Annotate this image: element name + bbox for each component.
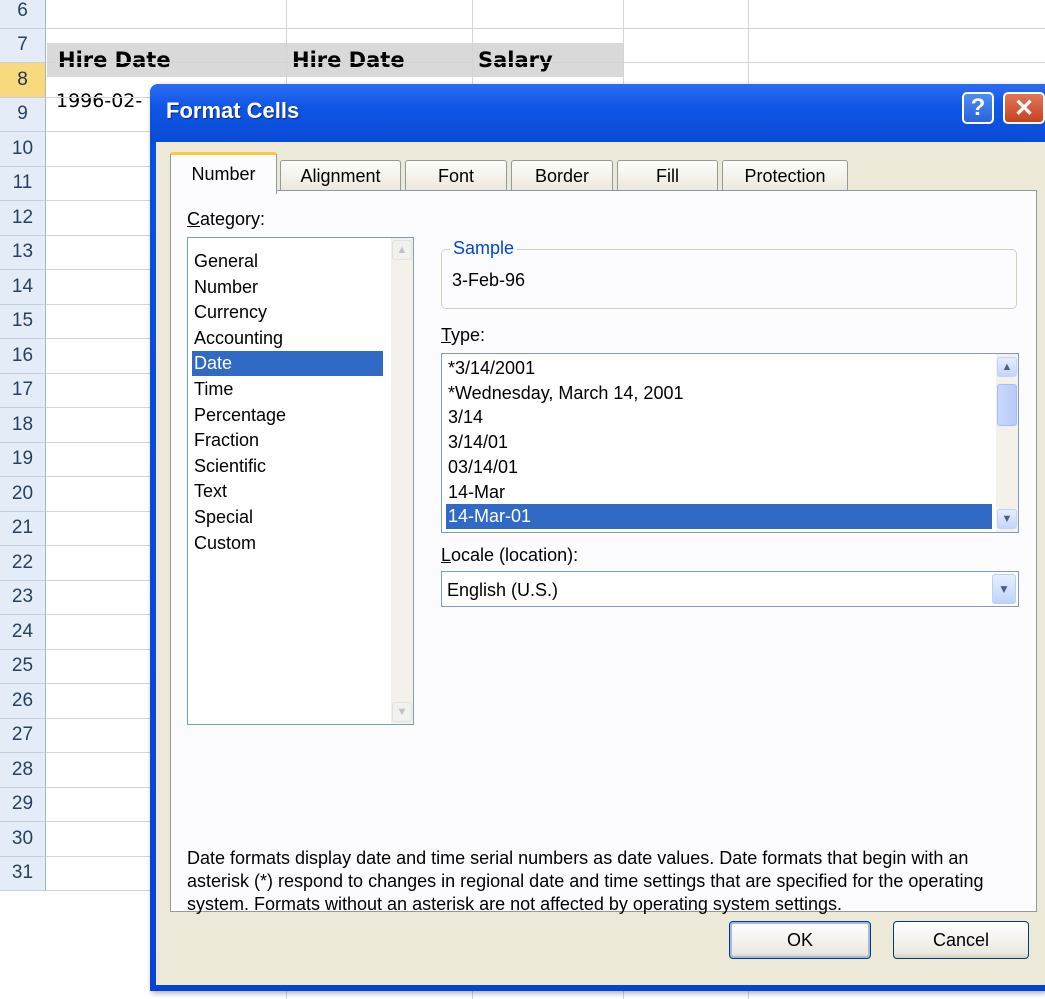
category-item[interactable]: Custom [192,531,383,556]
row-header[interactable]: 15 [0,304,46,339]
row-header[interactable]: 28 [0,753,46,788]
chevron-down-icon[interactable]: ▼ [392,702,412,722]
row-header[interactable]: 14 [0,270,46,305]
category-label: Category: [187,209,266,229]
category-item[interactable]: Text [192,479,383,504]
format-cells-dialog: Format Cells ? ✕ Number Alignment Font B… [150,84,1045,991]
tab-border[interactable]: Border [511,160,613,192]
chevron-up-icon[interactable]: ▲ [997,357,1017,377]
row-header[interactable]: 24 [0,615,46,650]
row-header[interactable]: 25 [0,649,46,684]
cell-a8[interactable]: 1996-02- [56,90,142,112]
type-item[interactable]: *Wednesday, March 14, 2001 [446,381,992,406]
type-item[interactable]: 14-Mar-01 [446,504,992,530]
dialog-title: Format Cells [166,98,300,123]
type-item[interactable]: 3/14/01 [446,430,992,455]
ok-button[interactable]: OK [729,921,871,959]
row-header[interactable]: 31 [0,856,46,891]
row-header[interactable]: 6 [0,0,46,29]
cancel-button[interactable]: Cancel [893,921,1029,959]
tab-label: Alignment [300,166,381,186]
category-item[interactable]: Accounting [192,326,383,351]
row-header[interactable]: 23 [0,580,46,615]
row-header[interactable]: 19 [0,442,46,477]
type-item[interactable]: 14-Mar [446,480,992,505]
category-list[interactable]: General Number Currency Accounting Date Time P… [187,237,414,725]
category-item[interactable]: Scientific [192,454,383,479]
header-cell-hire-date[interactable]: Hire Date [58,48,171,72]
row-header[interactable]: 22 [0,546,46,581]
category-item[interactable]: Time [192,377,383,402]
category-item[interactable]: Fraction [192,428,383,453]
row-header[interactable]: 18 [0,408,46,443]
row-header[interactable]: 8 [0,63,46,98]
help-button[interactable]: ? [962,92,994,124]
scroll-thumb[interactable] [997,384,1017,426]
number-tab-panel: Category: General Number Currency Accountin… [170,190,1037,914]
tab-label: Protection [744,166,826,186]
ok-label: OK [786,929,813,950]
type-item[interactable]: 3/14 [446,405,992,430]
tab-label: Font [437,166,475,186]
sample-group: Sample 3-Feb-96 [441,238,1017,309]
row-header[interactable]: 7 [0,28,46,63]
row-header[interactable]: 12 [0,201,46,236]
type-scrollbar[interactable]: ▲ ▼ [996,354,1018,532]
tab-label: Border [534,166,590,186]
locale-label: Locale (location): [441,545,579,565]
locale-value: English (U.S.) [447,580,559,600]
header-cell-salary[interactable]: Salary [478,48,553,72]
chevron-down-icon[interactable]: ▼ [992,574,1016,604]
close-button[interactable]: ✕ [1003,92,1045,124]
type-item[interactable]: *3/14/2001 [446,356,992,381]
sample-value: 3-Feb-96 [452,270,526,290]
locale-dropdown[interactable]: English (U.S.) ▼ [441,571,1019,607]
category-scrollbar[interactable]: ▲ ▼ [391,238,413,724]
tab-font[interactable]: Font [405,160,507,192]
row-header[interactable]: 11 [0,166,46,201]
row-header[interactable]: 9 [0,97,46,132]
category-item[interactable]: Percentage [192,403,383,428]
category-item[interactable]: Special [192,505,383,530]
row-header[interactable]: 26 [0,684,46,719]
tab-alignment[interactable]: Alignment [280,160,401,192]
row-header[interactable]: 17 [0,373,46,408]
category-item[interactable]: Date [192,351,383,377]
tab-protection[interactable]: Protection [722,160,848,192]
tab-fill[interactable]: Fill [617,160,718,192]
type-list[interactable]: *3/14/2001 *Wednesday, March 14, 2001 3/14… [441,353,1019,533]
row-divider [46,62,1045,63]
row-header[interactable]: 30 [0,822,46,857]
type-item[interactable]: 03/14/01 [446,455,992,480]
row-header[interactable]: 29 [0,787,46,822]
tab-number[interactable]: Number [170,152,277,194]
row-divider [46,27,1045,29]
sample-legend: Sample [450,238,518,259]
format-description: Date formats display date and time seria… [187,848,984,914]
row-header[interactable]: 13 [0,235,46,270]
row-header[interactable]: 20 [0,477,46,512]
type-label: Type: [441,325,486,345]
close-icon: ✕ [1013,94,1035,122]
header-cell-hire-date-2[interactable]: Hire Date [292,48,405,72]
category-item[interactable]: Currency [192,300,383,325]
row-header[interactable]: 27 [0,718,46,753]
category-item[interactable]: Number [192,275,383,300]
dialog-title-bar[interactable]: Format Cells ? ✕ [150,84,1045,142]
row-header[interactable]: 21 [0,511,46,546]
category-item[interactable]: General [192,249,383,274]
tab-label: Number [191,164,256,184]
tab-label: Fill [656,166,679,186]
dialog-client-area: Number Alignment Font Border Fill Protec… [156,142,1045,985]
help-icon: ? [970,94,986,121]
chevron-down-icon[interactable]: ▼ [997,509,1017,529]
row-header[interactable]: 16 [0,339,46,374]
row-header[interactable]: 10 [0,132,46,167]
chevron-up-icon[interactable]: ▲ [392,240,412,260]
cancel-label: Cancel [932,929,990,950]
